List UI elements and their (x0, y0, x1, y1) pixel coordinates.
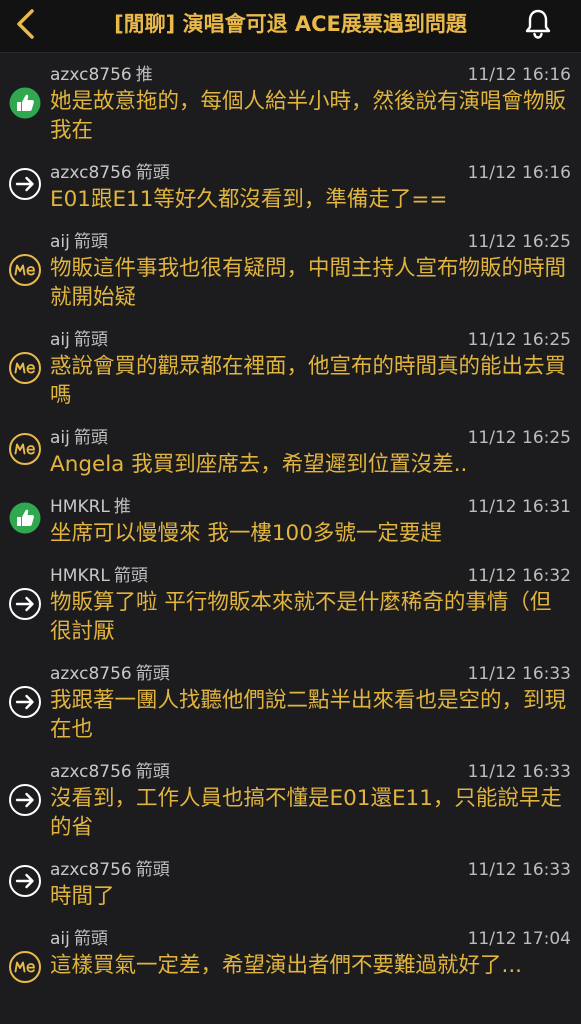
bell-icon (525, 9, 551, 39)
comment-text: E01跟E11等好久都沒看到，準備走了== (50, 187, 448, 212)
comment-list[interactable]: azxc8756 推 11/12 16:16 她是故意拖的，每個人給半小時，然後說… (0, 53, 581, 1024)
comment-user: HMKRL (50, 566, 110, 586)
comment-user: aij (50, 929, 70, 949)
comment-item[interactable]: azxc8756 箭頭 11/12 16:16 E01跟E11等好久都沒看到，準備… (0, 151, 581, 220)
comment-tag: 推 (113, 497, 131, 517)
comment-item[interactable]: HMKRL 箭頭 11/12 16:32 物販算了啦 平行物販本來就不是什麼稀奇的… (0, 554, 581, 652)
comment-time: 11/12 16:33 (467, 860, 571, 880)
arrow-icon (9, 168, 41, 200)
comment-text: 她是故意拖的，每個人給半小時，然後說有演唱會物販我在 (50, 89, 567, 143)
comment-tag: 箭頭 (73, 232, 108, 252)
comment-text: 坐席可以慢慢來 我一樓100多號一定要趕 (50, 521, 442, 546)
comment-time: 11/12 17:04 (467, 929, 571, 949)
comment-tag: 箭頭 (73, 330, 108, 350)
comment-text: 沒看到，工作人員也搞不懂是E01還E11，只能說早走的省 (50, 786, 562, 840)
comment-user: aij (50, 232, 70, 252)
comment-user: HMKRL (50, 497, 110, 517)
comment-item[interactable]: HMKRL 推 11/12 16:31 坐席可以慢慢來 我一樓100多號一定要趕 (0, 485, 581, 554)
me-badge-icon (9, 951, 41, 983)
comment-tag: 箭頭 (73, 428, 108, 448)
comment-user: aij (50, 330, 70, 350)
comment-tag: 箭頭 (135, 762, 170, 782)
comment-item[interactable]: aij 箭頭 11/12 17:04 這樣買氣一定差，希望演出者們不要難過就好了.… (0, 917, 581, 1015)
thumbs-up-icon (9, 502, 41, 534)
comment-user: azxc8756 (50, 762, 132, 782)
comment-text: 這樣買氣一定差，希望演出者們不要難過就好了... (50, 953, 523, 978)
page-title: [閒聊] 演唱會可退 ACE展票遇到問題 (114, 12, 467, 36)
comment-time: 11/12 16:31 (467, 497, 571, 517)
comment-user: azxc8756 (50, 163, 132, 183)
comment-text: 物販算了啦 平行物販本來就不是什麼稀奇的事情（但很討厭 (50, 590, 552, 644)
comment-item[interactable]: azxc8756 箭頭 11/12 16:33 沒看到，工作人員也搞不懂是E01還… (0, 750, 581, 848)
me-badge-icon (9, 352, 41, 384)
arrow-icon (9, 784, 41, 816)
comment-time: 11/12 16:33 (467, 664, 571, 684)
comment-text: 時間了 (50, 884, 115, 909)
notification-button[interactable] (523, 8, 553, 40)
comment-item[interactable]: azxc8756 推 11/12 16:16 她是故意拖的，每個人給半小時，然後說… (0, 53, 581, 151)
comment-time: 11/12 16:32 (467, 566, 571, 586)
arrow-icon (9, 865, 41, 897)
comment-item[interactable]: aij 箭頭 11/12 16:25 惑說會買的觀眾都在裡面，他宣布的時間真的能出… (0, 318, 581, 416)
comment-text: 物販這件事我也很有疑問，中間主持人宣布物販的時間就開始疑 (50, 256, 567, 310)
comment-user: azxc8756 (50, 65, 132, 85)
thumbs-up-icon (9, 87, 41, 119)
comment-user: aij (50, 428, 70, 448)
comment-text: 惑說會買的觀眾都在裡面，他宣布的時間真的能出去買嗎 (50, 354, 567, 408)
comment-time: 11/12 16:25 (467, 428, 571, 448)
comment-tag: 箭頭 (135, 664, 170, 684)
comment-item[interactable]: azxc8756 箭頭 11/12 16:33 我跟著一團人找聽他們說二點半出來看… (0, 652, 581, 750)
comment-text: Angela 我買到座席去，希望遲到位置沒差.. (50, 452, 468, 477)
comment-time: 11/12 16:33 (467, 762, 571, 782)
comment-tag: 箭頭 (135, 860, 170, 880)
chevron-left-icon (17, 9, 34, 39)
comment-tag: 箭頭 (73, 929, 108, 949)
comment-time: 11/12 16:25 (467, 330, 571, 350)
comment-user: azxc8756 (50, 860, 132, 880)
comment-text: 我跟著一團人找聽他們說二點半出來看也是空的，到現在也 (50, 688, 567, 742)
me-badge-icon (9, 254, 41, 286)
comment-time: 11/12 16:25 (467, 232, 571, 252)
comment-time: 11/12 16:16 (467, 163, 571, 183)
comment-tag: 箭頭 (113, 566, 148, 586)
header-bar: [閒聊] 演唱會可退 ACE展票遇到問題 (0, 0, 581, 53)
back-button[interactable] (10, 6, 44, 42)
comment-item[interactable]: aij 箭頭 11/12 16:25 Angela 我買到座席去，希望遲到位置沒差… (0, 416, 581, 485)
arrow-icon (9, 588, 41, 620)
comment-user: azxc8756 (50, 664, 132, 684)
comment-item[interactable]: azxc8756 箭頭 11/12 16:33 時間了 (0, 848, 581, 917)
comment-tag: 推 (135, 65, 153, 85)
comment-time: 11/12 16:16 (467, 65, 571, 85)
arrow-icon (9, 686, 41, 718)
comment-tag: 箭頭 (135, 163, 170, 183)
comment-item[interactable]: aij 箭頭 11/12 16:25 物販這件事我也很有疑問，中間主持人宣布物販的… (0, 220, 581, 318)
me-badge-icon (9, 433, 41, 465)
